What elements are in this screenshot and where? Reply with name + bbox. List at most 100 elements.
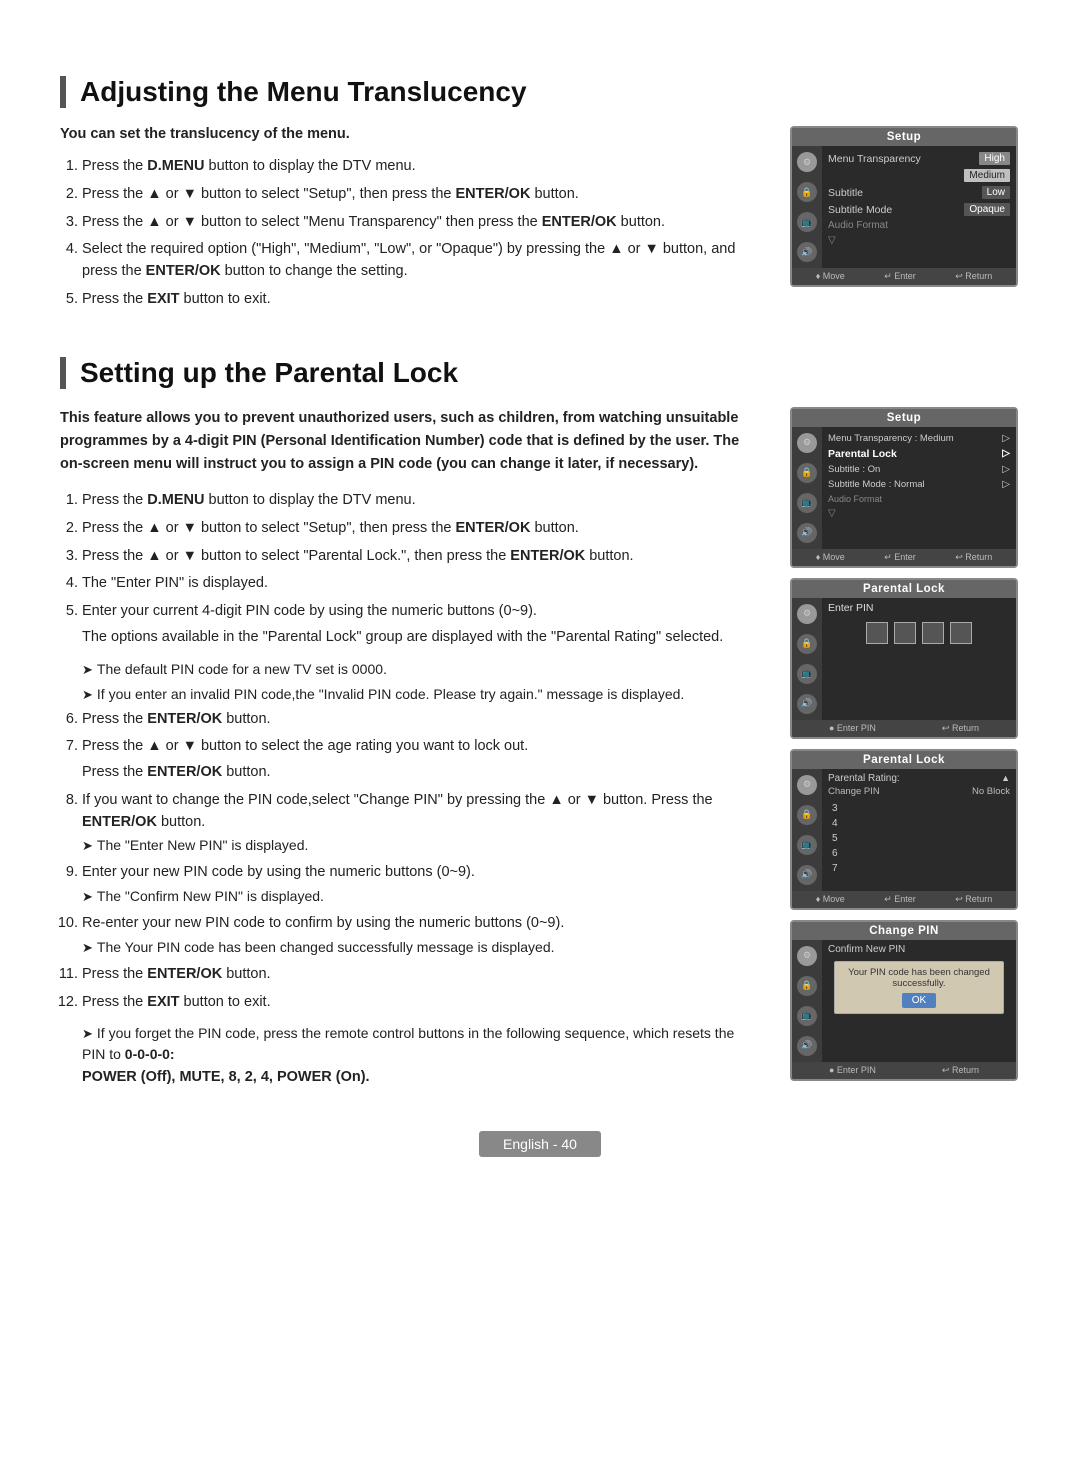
s2-s1-row2: Parental Lock ▷ [828,446,1010,462]
enter-pin-label: Enter PIN [828,602,1010,614]
s2-step11: Press the ENTER/OK button. [82,964,760,986]
arrow-icon4: ➤ [82,889,93,904]
s2-step3: Press the ▲ or ▼ button to select "Paren… [82,546,760,568]
s2-screen4-icon2: 🔒 [797,976,817,996]
screen1-footer: ♦ Move ↵ Enter ↩ Return [792,268,1016,285]
s2-note1: ➤The default PIN code for a new TV set i… [60,659,760,680]
s2-screen2: Parental Lock ⚙ 🔒 📺 🔊 Enter PIN [790,578,1018,739]
section1-screen: Setup ⚙ 🔒 📺 🔊 Menu Transparency High [790,126,1018,287]
s2-screen3-content: Parental Rating: ▲ Change PIN No Block 3… [822,769,1016,891]
s2-screen3-icon3: 📺 [797,835,817,855]
s2-screen1-icon4: 🔊 [797,523,817,543]
s2-final-sequence: POWER (Off), MUTE, 8, 2, 4, POWER (On). [60,1069,760,1085]
s2-screen3-sidebar: ⚙ 🔒 📺 🔊 [792,769,822,891]
s2-screen1-icon1: ⚙ [797,433,817,453]
screen1-icon2: 🔒 [797,182,817,202]
section1-intro: You can set the translucency of the menu… [60,126,760,142]
ok-button[interactable]: OK [902,993,936,1008]
confirm-box: Your PIN code has been changed successfu… [834,961,1004,1014]
screen1-icon1: ⚙ [797,152,817,172]
section1-step1: Press the D.MENU button to display the D… [82,156,760,178]
s2-screen1-content: Menu Transparency : Medium ▷ Parental Lo… [822,427,1016,549]
rating-6: 6 [828,846,1010,861]
s2-screen2-icon4: 🔊 [797,694,817,714]
rating-4: 4 [828,816,1010,831]
s2-step8: If you want to change the PIN code,selec… [82,790,760,857]
s2-screen2-icon2: 🔒 [797,634,817,654]
pin-boxes [828,622,1010,644]
section2-steps-cont: Press the ENTER/OK button. Press the ▲ o… [60,709,760,1014]
section1-text: You can set the translucency of the menu… [60,126,760,321]
section1-title: Adjusting the Menu Translucency [60,76,1020,108]
s2-step7: Press the ▲ or ▼ button to select the ag… [82,736,760,784]
rating-7: 7 [828,861,1010,876]
section1-step4: Select the required option ("High", "Med… [82,239,760,283]
rating-list: 3 4 5 6 7 [828,801,1010,876]
s2-screen1-footer: ♦ Move ↵ Enter ↩ Return [792,549,1016,566]
footer-badge: English - 40 [479,1131,601,1157]
screen1-row5: Audio Format [828,218,1010,233]
s2-screen1-title: Setup [792,409,1016,427]
s2-s1-row1: Menu Transparency : Medium ▷ [828,431,1010,446]
screen1-content: Menu Transparency High Medium Subtitle L… [822,146,1016,268]
s2-final-note: ➤If you forget the PIN code, press the r… [60,1023,760,1065]
pin-box3 [922,622,944,644]
change-pin-row: Change PIN No Block [828,786,1010,797]
s2-s1-row3: Subtitle : On ▷ [828,462,1010,477]
section1-steps: Press the D.MENU button to display the D… [60,156,760,311]
section2-steps: Press the D.MENU button to display the D… [60,490,760,649]
s2-screen3-footer: ♦ Move ↵ Enter ↩ Return [792,891,1016,908]
screen1-sidebar: ⚙ 🔒 📺 🔊 [792,146,822,268]
section1-screens: Setup ⚙ 🔒 📺 🔊 Menu Transparency High [790,126,1020,287]
screen1-row4: Subtitle Mode Opaque [828,201,1010,218]
confirm-new-pin-label: Confirm New PIN [828,944,1010,955]
s2-step4: The "Enter PIN" is displayed. [82,573,760,595]
section1-step5: Press the EXIT button to exit. [82,289,760,311]
s2-step2: Press the ▲ or ▼ button to select "Setup… [82,518,760,540]
s2-screen3: Parental Lock ⚙ 🔒 📺 🔊 Parental Rating: ▲ [790,749,1018,910]
section1-step2: Press the ▲ or ▼ button to select "Setup… [82,184,760,206]
screen1-row3: Subtitle Low [828,184,1010,201]
s2-screen3-icon4: 🔊 [797,865,817,885]
s2-note2: ➤If you enter an invalid PIN code,the "I… [60,684,760,705]
s2-screen1-icon3: 📺 [797,493,817,513]
arrow-icon6: ➤ [82,1026,93,1041]
arrow-icon3: ➤ [82,838,93,853]
s2-step1: Press the D.MENU button to display the D… [82,490,760,512]
pin-box2 [894,622,916,644]
s2-screen2-icon3: 📺 [797,664,817,684]
s2-screen3-icon1: ⚙ [797,775,817,795]
page-footer: English - 40 [60,1125,1020,1163]
screen1-row1: Menu Transparency High [828,150,1010,167]
s2-screen4: Change PIN ⚙ 🔒 📺 🔊 Confirm New PIN Your … [790,920,1018,1081]
s2-step12: Press the EXIT button to exit. [82,992,760,1014]
s2-s1-row4: Subtitle Mode : Normal ▷ [828,477,1010,492]
s2-screen4-icon4: 🔊 [797,1036,817,1056]
s2-screen1-icon2: 🔒 [797,463,817,483]
screen1-icon4: 🔊 [797,242,817,262]
s2-screen3-title: Parental Lock [792,751,1016,769]
section2-text: This feature allows you to prevent unaut… [60,407,760,1086]
s2-screen4-title: Change PIN [792,922,1016,940]
s2-step10: Re-enter your new PIN code to confirm by… [82,913,760,958]
screen1-icon3: 📺 [797,212,817,232]
s2-screen4-content: Confirm New PIN Your PIN code has been c… [822,940,1016,1062]
s2-screen1-sidebar: ⚙ 🔒 📺 🔊 [792,427,822,549]
section2-title: Setting up the Parental Lock [60,357,1020,389]
section2: Setting up the Parental Lock This featur… [60,357,1020,1086]
s2-screen2-icon1: ⚙ [797,604,817,624]
arrow-icon5: ➤ [82,940,93,955]
section1: Adjusting the Menu Translucency You can … [60,76,1020,321]
pin-box1 [866,622,888,644]
s2-screen3-icon2: 🔒 [797,805,817,825]
rating-3: 3 [828,801,1010,816]
s2-step9: Enter your new PIN code by using the num… [82,862,760,907]
section2-bold-intro: This feature allows you to prevent unaut… [60,407,760,477]
s2-screen2-content: Enter PIN [822,598,1016,720]
s2-screen2-title: Parental Lock [792,580,1016,598]
s2-screen4-footer: ● Enter PIN ↩ Return [792,1062,1016,1079]
s2-screen4-sidebar: ⚙ 🔒 📺 🔊 [792,940,822,1062]
s2-screen4-icon3: 📺 [797,1006,817,1026]
s2-step6: Press the ENTER/OK button. [82,709,760,731]
screen1-row2: Medium [828,167,1010,184]
